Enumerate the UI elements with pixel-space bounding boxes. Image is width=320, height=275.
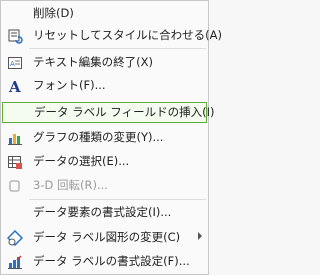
menu-separator	[29, 199, 206, 200]
menu-item-label: データ ラベル図形の変更(C)	[33, 230, 181, 244]
menu-item-label: 3-D 回転(R)...	[33, 178, 108, 192]
menu-item-label: フォント(F)...	[33, 78, 106, 92]
menu-separator	[29, 48, 206, 49]
menu-item-change-chart-type[interactable]: グラフの種類の変更(Y)...	[3, 127, 206, 148]
menu-item-label: データ要素の書式設定(I)...	[33, 205, 172, 219]
menu-item-label: リセットしてスタイルに合わせる(A)	[33, 28, 222, 42]
menu-item-font[interactable]: A フォント(F)...	[3, 75, 206, 96]
context-menu: 削除(D) リセットしてスタイルに合わせる(A) A テキスト編集の終了(X)	[0, 0, 222, 275]
reset-style-icon	[7, 28, 23, 44]
menu-item-label: 削除(D)	[33, 6, 74, 20]
menu-item-label: データの選択(E)...	[33, 154, 130, 168]
3d-rotation-icon	[7, 178, 23, 194]
change-shape-icon	[7, 230, 23, 246]
svg-text:A: A	[8, 78, 21, 94]
submenu-arrow-icon	[198, 232, 202, 240]
menu-item-select-data[interactable]: データの選択(E)...	[3, 151, 206, 172]
svg-text:A: A	[10, 60, 15, 68]
menu-item-delete[interactable]: 削除(D)	[3, 3, 206, 24]
menu-item-format-data-labels[interactable]: データ ラベルの書式設定(F)...	[3, 251, 206, 272]
menu-item-change-data-label-shape[interactable]: データ ラベル図形の変更(C)	[3, 227, 206, 248]
menu-item-label: グラフの種類の変更(Y)...	[33, 130, 164, 144]
menu-item-reset-style[interactable]: リセットしてスタイルに合わせる(A)	[3, 25, 222, 46]
font-icon: A	[7, 78, 23, 94]
menu-item-format-data-point[interactable]: データ要素の書式設定(I)...	[3, 202, 206, 223]
change-chart-type-icon	[7, 130, 23, 146]
menu-item-label: データ ラベル フィールドの挿入(I)	[34, 105, 215, 119]
menu-item-insert-data-label-field[interactable]: データ ラベル フィールドの挿入(I)	[2, 102, 214, 123]
menu-item-exit-text-edit[interactable]: A テキスト編集の終了(X)	[3, 52, 206, 73]
menu-item-label: データ ラベルの書式設定(F)...	[33, 254, 190, 268]
menu-item-label: テキスト編集の終了(X)	[33, 55, 154, 69]
select-data-icon	[7, 154, 23, 170]
format-data-labels-icon	[7, 254, 23, 270]
exit-text-edit-icon: A	[7, 55, 23, 71]
menu-item-3d-rotation[interactable]: 3-D 回転(R)...	[3, 175, 206, 196]
